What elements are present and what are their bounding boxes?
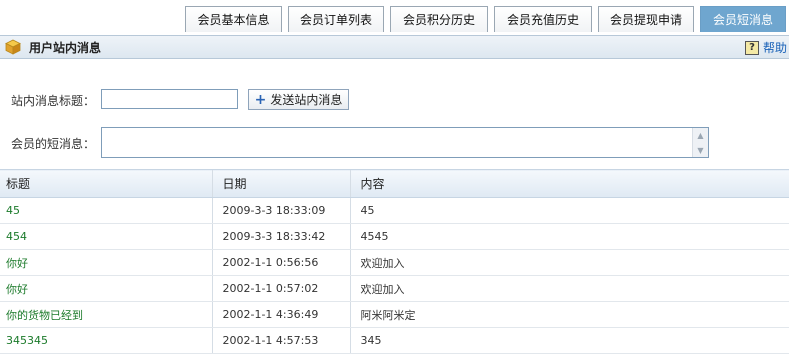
message-content: 345: [349, 327, 789, 354]
tab-bar: 会员基本信息 会员订单列表 会员积分历史 会员充值历史 会员提现申请 会员短消息: [0, 0, 789, 35]
column-header-content: 内容: [349, 169, 789, 198]
message-date: 2009-3-3 18:33:42: [211, 223, 350, 250]
table-header-row: 标题 日期 内容: [0, 169, 789, 198]
plus-icon: +: [254, 91, 267, 108]
message-content: 欢迎加入: [349, 275, 789, 302]
message-title-link[interactable]: 你好: [0, 275, 212, 302]
tab-member-recharge[interactable]: 会员充值历史: [494, 6, 592, 32]
message-date: 2002-1-1 4:57:53: [211, 327, 350, 354]
message-title-input[interactable]: [101, 89, 238, 109]
message-date: 2009-3-3 18:33:09: [211, 197, 350, 224]
table-row: 你好 2002-1-1 0:57:02 欢迎加入: [0, 275, 789, 302]
table-row: 你的货物已经到 2002-1-1 4:36:49 阿米阿米定: [0, 301, 789, 328]
scroll-down-icon[interactable]: ▼: [693, 143, 708, 157]
send-message-button[interactable]: + 发送站内消息: [248, 89, 349, 110]
tab-member-withdraw[interactable]: 会员提现申请: [598, 6, 694, 32]
box-icon: [5, 39, 21, 55]
table-row: 45 2009-3-3 18:33:09 45: [0, 197, 789, 224]
message-title-link[interactable]: 45: [0, 197, 212, 224]
table-row: 你好 2002-1-1 0:56:56 欢迎加入: [0, 249, 789, 276]
message-content: 45: [349, 197, 789, 224]
message-content: 4545: [349, 223, 789, 250]
table-row: 345345 2002-1-1 4:57:53 345: [0, 327, 789, 354]
column-header-date: 日期: [211, 169, 350, 198]
message-content: 欢迎加入: [349, 249, 789, 276]
tab-member-messages[interactable]: 会员短消息: [700, 6, 786, 32]
message-body-label: 会员的短消息：: [11, 137, 96, 151]
tab-member-orders[interactable]: 会员订单列表: [288, 6, 384, 32]
help-icon: ?: [744, 40, 759, 55]
table-row: 454 2009-3-3 18:33:42 4545: [0, 223, 789, 250]
section-header: 用户站内消息 ? 帮助: [0, 35, 789, 59]
tab-member-basic-info[interactable]: 会员基本信息: [185, 6, 282, 32]
message-table: 标题 日期 内容 45 2009-3-3 18:33:09 45 454 200…: [0, 169, 789, 354]
page-title: 用户站内消息: [29, 40, 102, 55]
message-title-label: 站内消息标题：: [11, 94, 96, 108]
message-title-link[interactable]: 你好: [0, 249, 212, 276]
message-date: 2002-1-1 4:36:49: [211, 301, 350, 328]
message-date: 2002-1-1 0:57:02: [211, 275, 350, 302]
help-label: 帮助: [762, 41, 787, 55]
message-date: 2002-1-1 0:56:56: [211, 249, 350, 276]
message-title-link[interactable]: 你的货物已经到: [0, 301, 212, 328]
message-title-link[interactable]: 454: [0, 223, 212, 250]
send-message-label: 发送站内消息: [270, 93, 343, 107]
message-content: 阿米阿米定: [349, 301, 789, 328]
message-title-link[interactable]: 345345: [0, 327, 212, 354]
tab-member-points[interactable]: 会员积分历史: [390, 6, 488, 32]
message-body-textarea[interactable]: ▲ ▼: [101, 127, 709, 158]
help-link[interactable]: ? 帮助: [744, 39, 787, 56]
vertical-scrollbar[interactable]: ▲ ▼: [692, 128, 708, 157]
scroll-up-icon[interactable]: ▲: [693, 128, 708, 142]
column-header-title: 标题: [0, 169, 212, 198]
